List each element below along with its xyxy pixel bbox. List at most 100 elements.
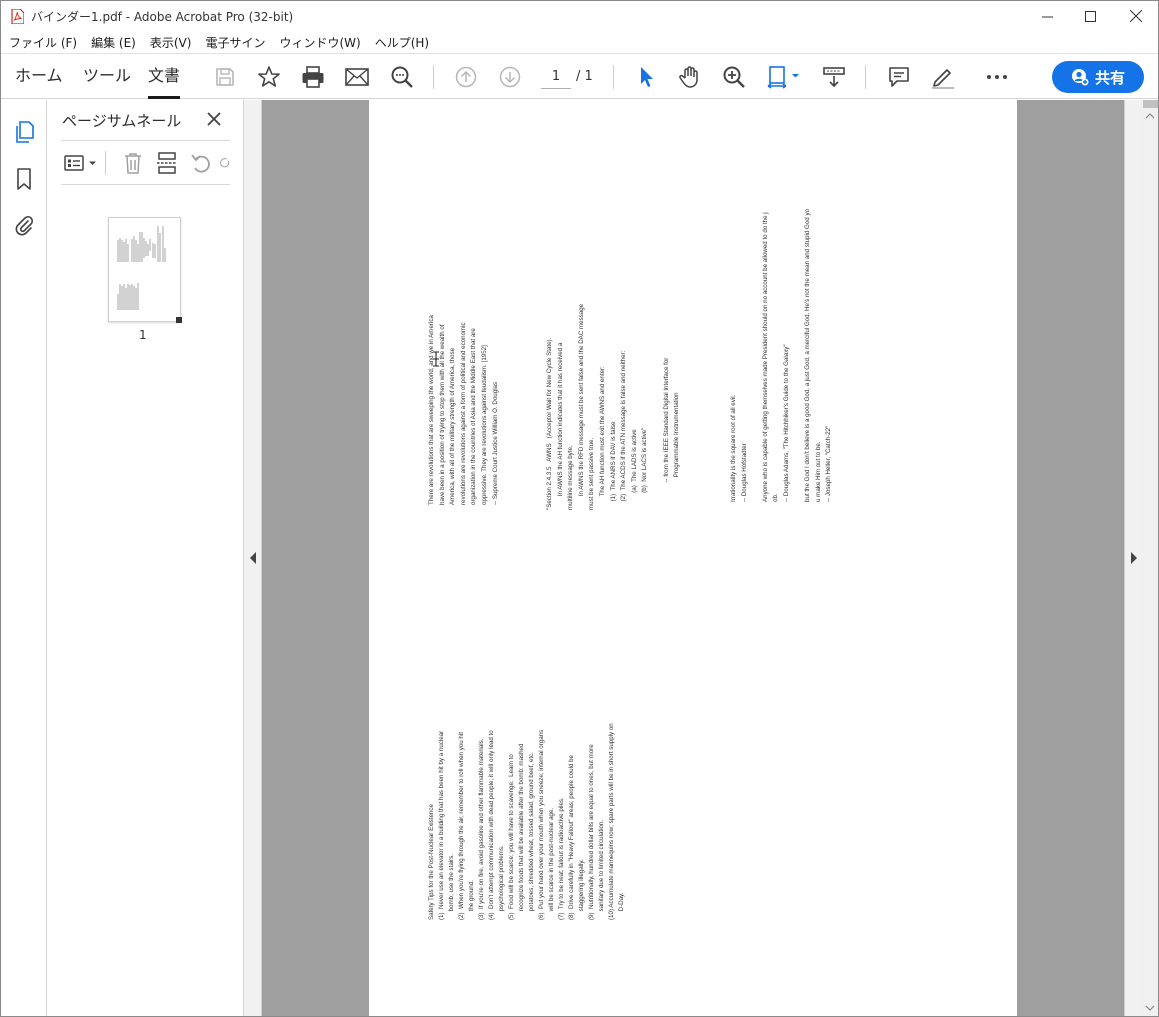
- panel-tool-divider: [105, 151, 106, 175]
- menu-file[interactable]: ファイル (F): [5, 34, 81, 51]
- page-number-input[interactable]: 1: [541, 65, 571, 89]
- expand-right-panel-handle[interactable]: [1124, 100, 1141, 1016]
- text-line: organization in the countries of Asia an…: [470, 328, 478, 505]
- text-line: bomb; use the stairs.: [448, 853, 455, 920]
- minimize-button[interactable]: [1024, 1, 1070, 31]
- previous-page-button[interactable]: [453, 64, 479, 90]
- scroll-down-icon[interactable]: [1145, 1004, 1155, 1012]
- text-block-safety-tips: Safety Tips for the Post-Nuclear Existen…: [427, 723, 627, 920]
- text-line: Safety Tips for the Post-Nuclear Existen…: [428, 804, 435, 920]
- thumbnail-options-dropdown[interactable]: [63, 152, 99, 174]
- page-insert-icon: [157, 152, 177, 174]
- rotate-ccw-button[interactable]: [189, 152, 213, 174]
- text-line: multiline message byte.: [567, 445, 575, 510]
- text-line: -- Douglas Hofstadter: [740, 443, 748, 502]
- text-line: psychological problems.: [498, 845, 505, 920]
- panel-divider: [61, 140, 230, 141]
- text-line: -- Joseph Heller, "Catch-22": [825, 425, 833, 502]
- select-tool-button[interactable]: [633, 64, 659, 90]
- email-button[interactable]: [344, 64, 370, 90]
- text-line: -- Douglas Adams, "The Hitchhiker's Guid…: [782, 344, 790, 502]
- acrobat-icon: [11, 9, 24, 24]
- vertical-scrollbar[interactable]: [1141, 100, 1158, 1016]
- save-button[interactable]: [212, 64, 238, 90]
- menu-edit[interactable]: 編集 (E): [87, 34, 140, 51]
- toolbar-divider: [613, 65, 614, 89]
- bookmark-star-button[interactable]: [256, 64, 282, 90]
- navigation-rail: [1, 100, 47, 1016]
- scrollbar-thumb[interactable]: [1143, 100, 1158, 108]
- ellipsis-icon: [987, 75, 1007, 79]
- arrow-up-circle-icon: [455, 66, 477, 88]
- toolbar-divider: [865, 65, 866, 89]
- rotate-cw-button[interactable]: [219, 152, 231, 174]
- text-line: (7) Try to be neat; fallout is radioacti…: [558, 797, 565, 920]
- text-line: ob.: [772, 493, 780, 502]
- page-thumbnails-button[interactable]: [13, 120, 35, 144]
- maximize-icon: [1084, 10, 1096, 22]
- text-line: Anyone who is capable of getting themsel…: [761, 212, 769, 502]
- printer-icon: [302, 66, 324, 88]
- thumbnail-page-label: 1: [139, 328, 147, 342]
- close-icon: [1130, 10, 1142, 22]
- panel-title: ページサムネール: [62, 112, 182, 130]
- delete-page-button[interactable]: [121, 152, 145, 174]
- insert-page-button[interactable]: [155, 152, 179, 174]
- rotate-left-icon: [191, 154, 210, 173]
- scroll-icon: [823, 67, 845, 88]
- bookmarks-button[interactable]: [13, 167, 35, 191]
- arrow-down-circle-icon: [499, 66, 521, 88]
- text-line: (a) The LADS is active: [630, 429, 638, 510]
- page-thumbnail[interactable]: [108, 217, 182, 323]
- print-button[interactable]: [300, 64, 326, 90]
- zoom-in-icon: [723, 66, 745, 88]
- text-line: (4) Don't attempt communication with dea…: [488, 730, 495, 920]
- menu-help[interactable]: ヘルプ(H): [371, 34, 433, 51]
- toolbar-divider: [433, 65, 434, 89]
- main-toolbar: ホーム ツール 文書 1 / 1 共有: [1, 53, 1158, 99]
- more-tools-button[interactable]: [984, 64, 1010, 90]
- menu-esign[interactable]: 電子サイン: [201, 34, 269, 51]
- text-line: -- from the IEEE Standard Digital Interf…: [662, 357, 670, 510]
- text-line: u make Him out to be.: [814, 441, 822, 502]
- text-line: [750, 209, 761, 502]
- tab-home[interactable]: ホーム: [15, 54, 63, 99]
- fit-page-icon: [767, 66, 799, 89]
- text-line: will be scarce in the post-nuclear age.: [548, 807, 555, 920]
- text-cursor-icon: [433, 351, 439, 367]
- share-user-icon: [1071, 69, 1089, 86]
- text-line: In AWNS the AH function indicates that i…: [556, 342, 564, 510]
- zoom-in-button[interactable]: [721, 64, 747, 90]
- window-title: バインダー1.pdf - Adobe Acrobat Pro (32-bit): [31, 10, 294, 24]
- comment-button[interactable]: [886, 64, 912, 90]
- pages-icon: [16, 121, 34, 143]
- close-icon[interactable]: [205, 110, 223, 128]
- text-line: revolutions are revolutions against a fo…: [459, 322, 467, 505]
- scroll-mode-button[interactable]: [821, 64, 847, 90]
- highlight-button[interactable]: [930, 64, 956, 90]
- text-line: D-Day.: [618, 892, 625, 920]
- tab-tools[interactable]: ツール: [83, 54, 131, 99]
- text-line: (10) Accumulate mannequins now; spare pa…: [608, 723, 615, 920]
- next-page-button[interactable]: [497, 64, 523, 90]
- text-line: (2) When you're flying through the air, …: [458, 732, 465, 920]
- hand-tool-button[interactable]: [677, 64, 703, 90]
- text-block-douglas: There are revolutions that are sweeping …: [427, 315, 501, 505]
- text-line: America, with all of the military streng…: [449, 347, 457, 505]
- share-button[interactable]: 共有: [1052, 61, 1144, 93]
- scroll-up-icon[interactable]: [1145, 112, 1155, 120]
- thumbnail-resize-handle[interactable]: [176, 317, 182, 323]
- text-line: The AH function must exit the AWNS and e…: [598, 366, 606, 510]
- text-line: (2) The ACDS if the ATN message is false…: [620, 350, 628, 510]
- close-window-button[interactable]: [1113, 1, 1158, 31]
- attachments-button[interactable]: [13, 213, 35, 237]
- find-button[interactable]: [389, 64, 415, 90]
- text-line: must be sent passive true.: [588, 437, 596, 510]
- menu-view[interactable]: 表示(V): [146, 34, 196, 51]
- collapse-panel-handle[interactable]: [244, 100, 262, 1016]
- page-fit-dropdown[interactable]: [765, 64, 805, 90]
- share-label: 共有: [1094, 68, 1125, 87]
- maximize-button[interactable]: [1067, 1, 1113, 31]
- tab-document[interactable]: 文書: [148, 54, 181, 99]
- menu-window[interactable]: ウィンドウ(W): [275, 34, 364, 51]
